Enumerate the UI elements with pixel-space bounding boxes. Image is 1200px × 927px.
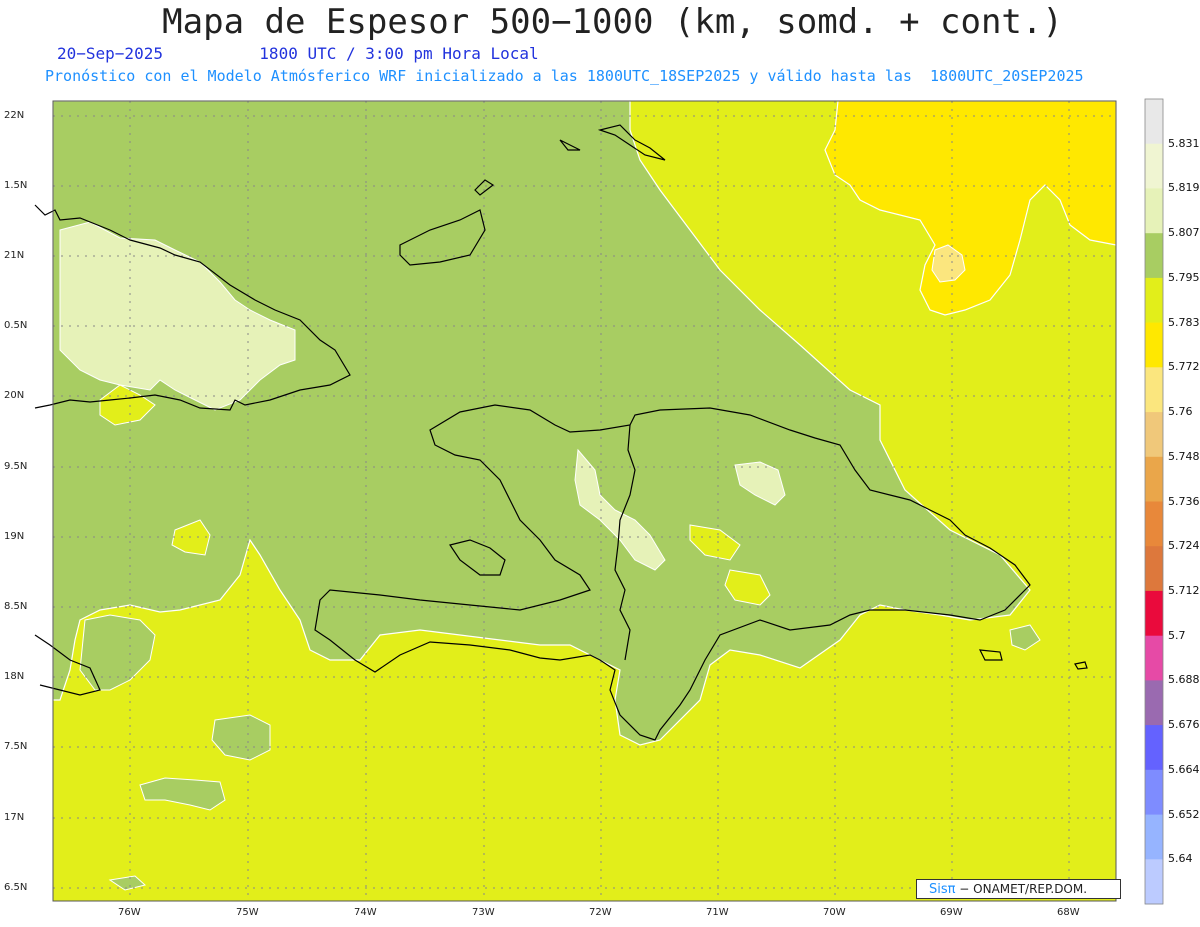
lon-label: 70W — [823, 907, 846, 918]
colorbar-swatch — [1145, 546, 1163, 592]
colorbar-swatch — [1145, 814, 1163, 860]
colorbar-swatch — [1145, 769, 1163, 815]
colorbar-label: 5.664 — [1168, 762, 1200, 776]
colorbar-label: 5.688 — [1168, 673, 1200, 687]
lat-label: 1.5N — [4, 180, 28, 191]
lat-label: 6.5N — [4, 882, 28, 893]
colorbar-swatch — [1145, 233, 1163, 279]
lon-label: 76W — [118, 907, 141, 918]
colorbar-label: 5.7 — [1168, 628, 1186, 642]
colorbar-swatch — [1145, 188, 1163, 234]
colorbar-label: 5.676 — [1168, 718, 1200, 732]
colorbar-label: 5.772 — [1168, 360, 1200, 374]
colorbar-swatch — [1145, 590, 1163, 637]
colorbar-label: 5.736 — [1168, 494, 1200, 508]
colorbar-swatch — [1145, 501, 1163, 547]
colorbar-label: 5.712 — [1168, 583, 1200, 597]
colorbar-swatch — [1145, 99, 1163, 145]
sispi-logo: Sisπ — [929, 882, 956, 897]
credit-text: − ONAMET/REP.DOM. — [955, 882, 1088, 896]
lon-label: 69W — [940, 907, 963, 918]
colorbar-label: 5.795 — [1168, 270, 1200, 284]
credit-box: Sisπ − ONAMET/REP.DOM. — [916, 879, 1121, 899]
lat-label: 22N — [4, 110, 25, 121]
colorbar-swatch — [1145, 456, 1163, 502]
lon-label: 75W — [236, 907, 259, 918]
colorbar-label: 5.76 — [1168, 405, 1193, 419]
lat-label: 20N — [4, 390, 25, 401]
colorbar-swatch — [1145, 367, 1163, 413]
lon-label: 68W — [1057, 907, 1080, 918]
colorbar-label: 5.64 — [1168, 852, 1193, 866]
colorbar-swatch — [1145, 143, 1163, 189]
lon-label: 71W — [706, 907, 729, 918]
lat-label: 9.5N — [4, 461, 28, 472]
lat-label: 21N — [4, 250, 25, 261]
lat-label: 18N — [4, 671, 25, 682]
colorbar-label: 5.807 — [1168, 226, 1200, 240]
colorbar-swatch — [1145, 725, 1163, 771]
colorbar-swatch — [1145, 322, 1163, 368]
lat-label: 8.5N — [4, 601, 28, 612]
thickness-map — [34, 98, 1164, 905]
lat-label: 0.5N — [4, 320, 28, 331]
colorbar-swatch — [1145, 635, 1163, 681]
colorbar — [1144, 98, 1164, 905]
colorbar-label: 5.831 — [1168, 136, 1200, 150]
lon-label: 74W — [354, 907, 377, 918]
lon-label: 72W — [589, 907, 612, 918]
colorbar-label: 5.819 — [1168, 181, 1200, 195]
colorbar-swatch — [1145, 412, 1163, 458]
colorbar-label: 5.783 — [1168, 315, 1200, 329]
colorbar-label: 5.748 — [1168, 449, 1200, 463]
colorbar-label: 5.652 — [1168, 807, 1200, 821]
lat-label: 19N — [4, 531, 25, 542]
lon-label: 73W — [472, 907, 495, 918]
colorbar-swatch — [1145, 859, 1163, 905]
lat-label: 17N — [4, 812, 25, 823]
colorbar-swatch — [1145, 680, 1163, 726]
colorbar-swatch — [1145, 277, 1163, 324]
colorbar-label: 5.724 — [1168, 539, 1200, 553]
lat-label: 7.5N — [4, 741, 28, 752]
